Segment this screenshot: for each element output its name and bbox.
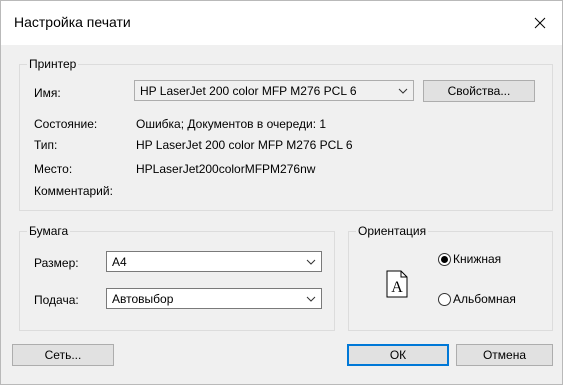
title-bar: Настройка печати	[1, 1, 562, 45]
landscape-radio[interactable]: Альбомная	[438, 292, 516, 307]
size-value: A4	[112, 255, 127, 269]
source-label: Подача:	[34, 293, 79, 307]
printer-legend: Принтер	[27, 57, 79, 72]
cancel-button[interactable]: Отмена	[456, 344, 553, 366]
page-letter: A	[391, 279, 403, 296]
dialog-title: Настройка печати	[14, 14, 131, 30]
radio-unselected-icon	[438, 293, 451, 306]
portrait-page-icon: A	[386, 270, 408, 298]
printer-group: Принтер Имя: HP LaserJet 200 color MFP M…	[19, 57, 553, 211]
printer-name-label: Имя:	[34, 86, 61, 100]
size-select[interactable]: A4	[106, 251, 322, 272]
printer-name-value: HP LaserJet 200 color MFP M276 PCL 6	[140, 84, 357, 98]
paper-legend: Бумага	[27, 224, 71, 239]
ok-button[interactable]: ОК	[347, 344, 449, 366]
close-button[interactable]	[517, 1, 562, 45]
chevron-down-icon	[398, 88, 408, 94]
location-value: HPLaserJet200colorMFPM276nw	[136, 162, 316, 176]
chevron-down-icon	[306, 259, 316, 265]
status-label: Состояние:	[34, 117, 98, 131]
printer-name-select[interactable]: HP LaserJet 200 color MFP M276 PCL 6	[134, 80, 414, 101]
orientation-group: Ориентация A Книжная Альбомная	[348, 224, 553, 331]
source-select[interactable]: Автовыбор	[106, 288, 322, 309]
type-value: HP LaserJet 200 color MFP M276 PCL 6	[136, 138, 353, 152]
portrait-radio[interactable]: Книжная	[438, 252, 501, 267]
type-label: Тип:	[34, 138, 58, 152]
chevron-down-icon	[306, 296, 316, 302]
landscape-label: Альбомная	[453, 292, 516, 306]
network-button[interactable]: Сеть...	[12, 344, 114, 366]
source-value: Автовыбор	[112, 292, 174, 306]
print-setup-dialog: Настройка печати Принтер Имя: HP LaserJe…	[0, 0, 563, 385]
paper-group: Бумага Размер: A4 Подача: Автовыбор	[19, 224, 335, 331]
radio-selected-icon	[438, 253, 451, 266]
close-icon	[534, 17, 545, 29]
portrait-label: Книжная	[453, 252, 502, 266]
status-value: Ошибка; Документов в очереди: 1	[136, 117, 327, 131]
properties-button[interactable]: Свойства...	[423, 80, 535, 102]
comment-label: Комментарий:	[34, 184, 113, 198]
location-label: Место:	[34, 162, 73, 176]
size-label: Размер:	[34, 256, 79, 270]
orientation-legend: Ориентация	[356, 224, 429, 239]
